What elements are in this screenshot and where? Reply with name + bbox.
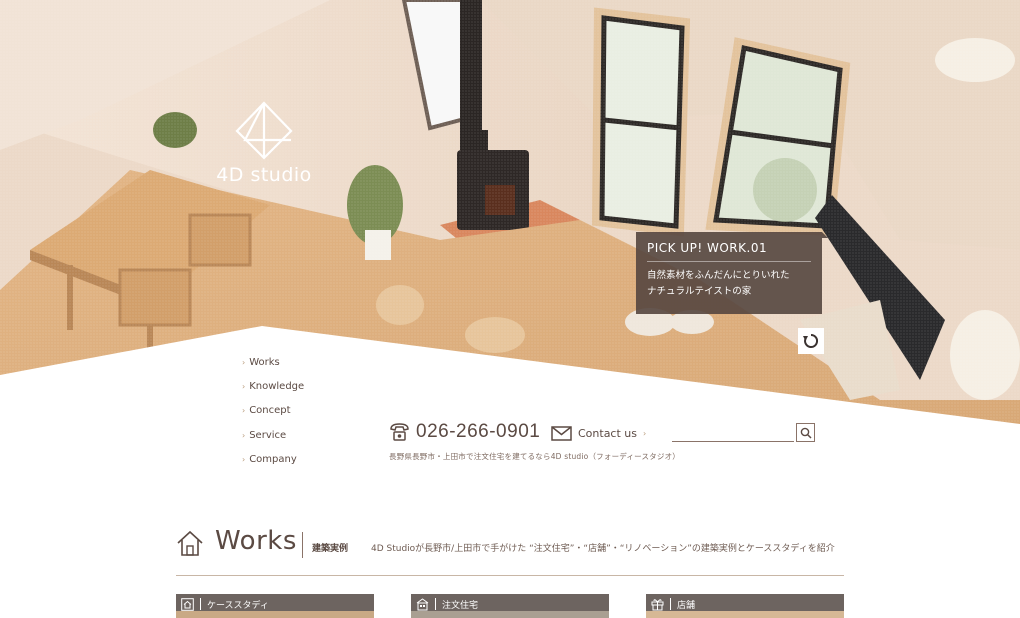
phone-link[interactable]: 026-266-0901 — [389, 421, 540, 443]
logo-mark-icon — [235, 101, 293, 160]
chevron-right-icon: › — [242, 430, 246, 440]
category-label: ケーススタディ — [207, 601, 269, 611]
main-nav: › Works › Knowledge › Concept › Service › Com… — [242, 350, 304, 471]
nav-item-knowledge[interactable]: › Knowledge — [242, 374, 304, 398]
category-custom-home[interactable]: 注文住宅 — [411, 594, 609, 618]
category-label: 注文住宅 — [442, 601, 479, 611]
nav-item-company[interactable]: › Company — [242, 447, 304, 471]
pickup-line-1: 自然素材をふんだんにとりいれた — [647, 270, 790, 281]
title-divider — [302, 532, 303, 558]
section-title: Works — [215, 526, 297, 556]
contact-link[interactable]: Contact us › — [551, 426, 646, 441]
nav-item-label: Concept — [249, 405, 291, 417]
category-divider — [200, 598, 201, 610]
works-section-header: Works 建築実例 4D Studioが長野市/上田市で手がけた “注文住宅”… — [176, 526, 844, 576]
refresh-icon — [803, 333, 819, 348]
chevron-right-icon: › — [242, 357, 246, 367]
search-icon — [800, 427, 812, 439]
site-logo[interactable]: 4D studio — [214, 100, 314, 186]
category-divider — [435, 598, 436, 610]
house-outline-icon — [180, 598, 194, 611]
nav-item-service[interactable]: › Service — [242, 423, 304, 447]
house-icon — [177, 530, 203, 556]
category-shop[interactable]: 店舗 — [646, 594, 844, 618]
site-tagline: 長野県長野市・上田市で注文住宅を建てるなら4D studio（フォーディースタジ… — [389, 452, 680, 461]
phone-number: 026-266-0901 — [416, 421, 541, 442]
gift-icon — [651, 599, 663, 611]
search-form — [672, 423, 815, 442]
contact-label: Contact us — [578, 427, 637, 440]
nav-item-works[interactable]: › Works — [242, 350, 304, 374]
logo-text: 4D studio — [216, 164, 312, 186]
search-input[interactable] — [672, 424, 794, 442]
category-thumbnail — [646, 611, 844, 618]
pickup-line-2: ナチュラルテイストの家 — [647, 285, 752, 297]
category-thumbnail — [411, 611, 609, 618]
hero-image: 4D studio PICK UP! WORK.01 自然素材をふんだんにとりい… — [0, 0, 1020, 440]
nav-item-label: Works — [249, 356, 280, 368]
section-description: 4D Studioが長野市/上田市で手がけた “注文住宅”・“店舗”・“リノベー… — [371, 544, 835, 554]
search-button[interactable] — [796, 423, 815, 442]
section-subtitle: 建築実例 — [312, 544, 349, 554]
pickup-description: 自然素材をふんだんにとりいれた ナチュラルテイストの家 — [647, 268, 811, 299]
pickup-card[interactable]: PICK UP! WORK.01 自然素材をふんだんにとりいれた ナチュラルテイ… — [636, 232, 828, 314]
slide-refresh-button[interactable] — [798, 328, 824, 354]
nav-item-label: Company — [249, 453, 297, 465]
pickup-title: PICK UP! WORK.01 — [647, 241, 811, 262]
phone-icon — [390, 423, 409, 441]
category-thumbnail — [176, 611, 374, 618]
chevron-right-icon: › — [242, 454, 246, 464]
category-case-study[interactable]: ケーススタディ — [176, 594, 374, 618]
chevron-right-icon: › — [242, 381, 246, 391]
nav-item-label: Service — [249, 429, 287, 441]
hero-diagonal-mask — [0, 326, 1020, 440]
chevron-right-icon: › — [643, 429, 647, 438]
mail-icon — [551, 426, 572, 441]
chevron-right-icon: › — [242, 406, 246, 416]
nav-item-label: Knowledge — [249, 380, 305, 392]
category-label: 店舗 — [677, 601, 696, 611]
building-icon — [416, 598, 428, 611]
nav-item-concept[interactable]: › Concept — [242, 399, 304, 423]
category-divider — [670, 598, 671, 610]
